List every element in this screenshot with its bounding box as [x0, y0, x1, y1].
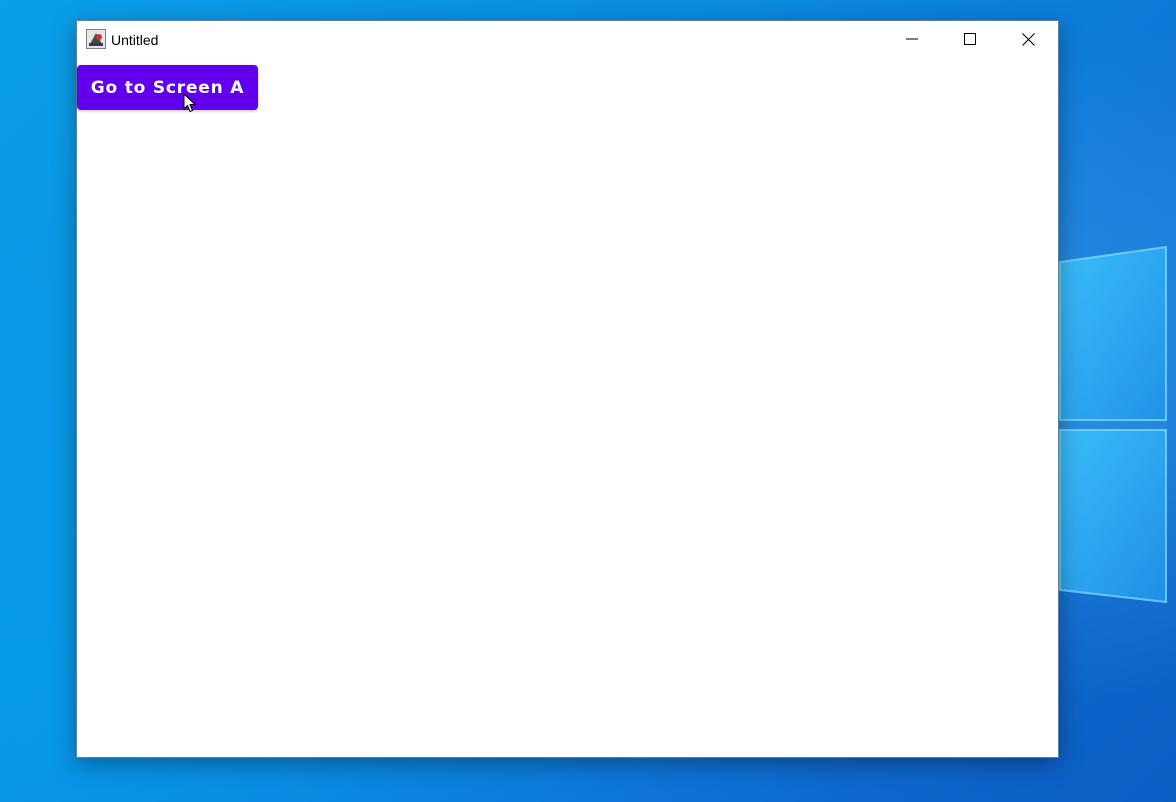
java-app-icon — [86, 29, 106, 49]
go-to-screen-a-button[interactable]: Go to Screen A — [77, 65, 258, 110]
maximize-button[interactable] — [941, 21, 999, 57]
app-window: Untitled Go to Screen A — [76, 20, 1059, 758]
minimize-button[interactable] — [883, 21, 941, 57]
maximize-icon — [964, 33, 976, 45]
window-content: Go to Screen A — [77, 59, 1058, 757]
close-button[interactable] — [999, 21, 1057, 57]
window-titlebar[interactable]: Untitled — [77, 21, 1058, 59]
window-title: Untitled — [111, 32, 159, 48]
minimize-icon — [906, 38, 918, 40]
close-icon — [1021, 32, 1035, 46]
